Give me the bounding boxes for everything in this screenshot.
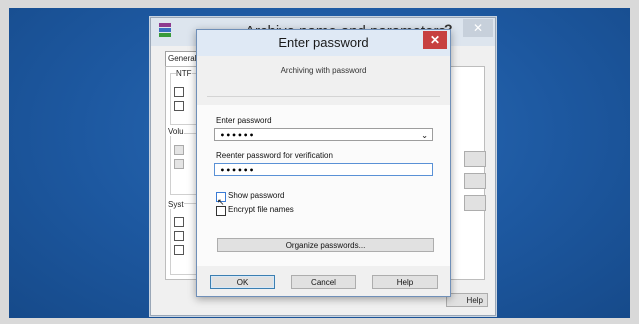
volume-group-label: Volu [168, 127, 184, 136]
archive-dialog-close-button[interactable]: ✕ [463, 19, 493, 37]
password-dialog-close-button[interactable]: ✕ [423, 31, 447, 49]
system-checkbox-1[interactable] [174, 217, 184, 227]
encrypt-file-names-checkbox[interactable] [216, 206, 226, 216]
password-dialog-title: Enter password [278, 35, 369, 50]
encrypt-file-names-label[interactable]: Encrypt file names [228, 205, 294, 214]
back-side-button-1[interactable] [464, 151, 486, 167]
password-dialog-subtitle: Archiving with password [280, 66, 367, 75]
system-checkbox-2[interactable] [174, 231, 184, 241]
enter-password-value: •••••• [220, 131, 255, 140]
show-password-label[interactable]: Show password [228, 191, 284, 200]
back-side-button-2[interactable] [464, 173, 486, 189]
password-dialog-titlebar: Enter password ✕ [197, 30, 450, 56]
volume-checkbox-2[interactable] [174, 159, 184, 169]
divider [207, 96, 440, 97]
enter-password-label: Enter password [216, 116, 272, 125]
cancel-button[interactable]: Cancel [291, 275, 356, 289]
ntfs-checkbox-2[interactable] [174, 101, 184, 111]
chevron-down-icon[interactable]: ⌄ [421, 129, 429, 142]
help-button[interactable]: Help [372, 275, 438, 289]
reenter-password-field[interactable]: •••••• [214, 163, 433, 176]
reenter-password-value: •••••• [220, 166, 255, 175]
system-group-label: Syst [168, 200, 184, 209]
winrar-icon [159, 23, 171, 39]
volume-checkbox-1[interactable] [174, 145, 184, 155]
enter-password-field[interactable]: •••••• ⌄ [214, 128, 433, 141]
reenter-password-label: Reenter password for verification [216, 151, 333, 160]
ntfs-checkbox-1[interactable] [174, 87, 184, 97]
ntfs-group-label: NTF [176, 69, 192, 78]
organize-passwords-button[interactable]: Organize passwords... [217, 238, 434, 252]
enter-password-dialog: Enter password ✕ Archiving with password… [196, 29, 451, 297]
back-side-button-3[interactable] [464, 195, 486, 211]
system-checkbox-3[interactable] [174, 245, 184, 255]
archive-help-button[interactable]: Help [446, 293, 488, 307]
ok-button[interactable]: OK [210, 275, 275, 289]
